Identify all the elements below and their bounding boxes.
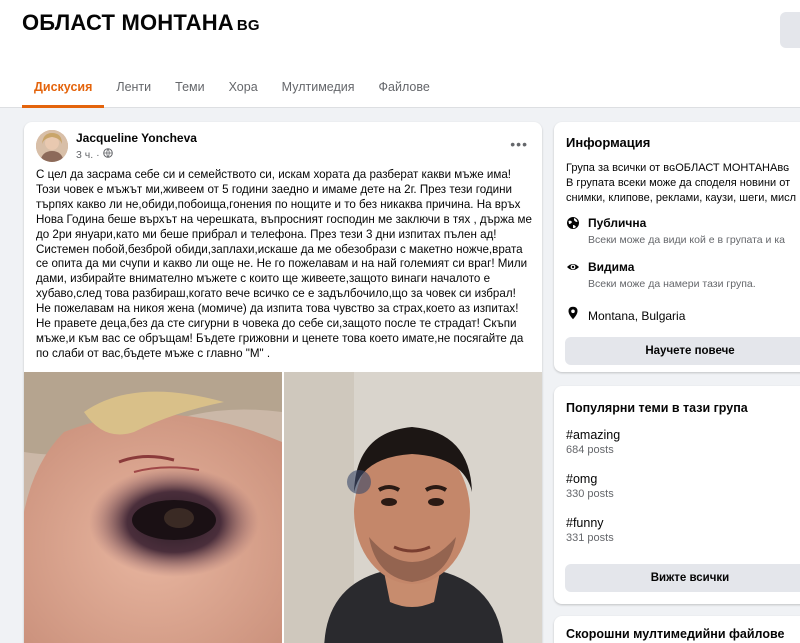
location-pin-icon [566,306,580,325]
topics-title: Популярни теми в тази група [566,401,748,415]
topic-count: 684 posts [566,444,614,456]
globe-icon [102,148,113,161]
visibility-row: Видима Всеки може да намери тази група. [566,260,756,290]
see-all-topics-button[interactable]: Вижте всички [565,564,800,592]
info-desc-line1: Група за всички от вɢОБЛАСТ МОНТАНАвɢ [566,162,790,174]
tab-people[interactable]: Хора [217,62,270,108]
privacy-public-desc: Всеки може да види кой е в групата и ка [588,234,786,246]
media-title: Скорошни мултимедийни файлове [566,627,785,641]
post-card: Jacqueline Yoncheva 3 ч. · ••• С цел да … [24,122,542,643]
group-header: ОБЛАСТ МОНТАНА BG Дискусия Ленти Теми Хор… [0,0,800,108]
privacy-public-label: Публична [588,216,647,230]
meta-separator: · [96,148,100,161]
info-desc-line3: снимки, клипове, реклами, каузи, шеги, м… [566,192,797,204]
topic-tag[interactable]: #omg [566,472,614,486]
post-photo-bruised-eye[interactable] [24,372,282,643]
topic-item[interactable]: #amazing 684 posts [566,428,620,456]
visibility-desc: Всеки може да намери тази група. [588,278,756,290]
learn-more-button[interactable]: Научете повече [565,337,800,365]
post-author[interactable]: Jacqueline Yoncheva [76,131,197,145]
topic-count: 331 posts [566,532,614,544]
tab-discussion[interactable]: Дискусия [22,62,105,108]
location-text[interactable]: Montana, Bulgaria [588,309,685,323]
topic-item[interactable]: #funny 331 posts [566,516,614,544]
group-title-suffix: BG [236,17,260,34]
info-card: Информация Група за всички от вɢОБЛАСТ М… [554,122,800,372]
topic-tag[interactable]: #funny [566,516,614,530]
post-meta: 3 ч. · [76,148,113,161]
tab-feeds[interactable]: Ленти [104,62,163,108]
group-title-text: ОБЛАСТ МОНТАНА [22,10,234,35]
visibility-label: Видима [588,260,635,274]
post-photo-man[interactable] [284,372,542,643]
post-more-button[interactable]: ••• [510,136,528,152]
location-row: Montana, Bulgaria [566,306,685,325]
topic-item[interactable]: #omg 330 posts [566,472,614,500]
info-title: Информация [566,135,651,150]
eye-icon [566,260,580,279]
group-title[interactable]: ОБЛАСТ МОНТАНА BG [22,10,260,36]
post-text: С цел да засрама себе си и семейството с… [36,168,532,360]
group-tabs: Дискусия Ленти Теми Хора Мултимедия Файл… [22,62,442,108]
privacy-public-row: Публична Всеки може да види кой е в груп… [566,216,785,246]
popular-topics-card: Популярни теми в тази група #amazing 684… [554,386,800,604]
tab-files[interactable]: Файлове [367,62,442,108]
recent-media-card: Скорошни мултимедийни файлове [554,616,800,643]
globe-icon [566,216,580,235]
author-avatar[interactable] [36,130,68,162]
tab-topics[interactable]: Теми [163,62,216,108]
header-action-button[interactable] [780,12,800,48]
post-time[interactable]: 3 ч. [76,149,93,161]
tab-media[interactable]: Мултимедия [270,62,367,108]
info-desc-line2: В групата всеки може да споделя новини о… [566,177,791,189]
topic-tag[interactable]: #amazing [566,428,620,442]
topic-count: 330 posts [566,488,614,500]
post-images[interactable] [24,372,542,643]
